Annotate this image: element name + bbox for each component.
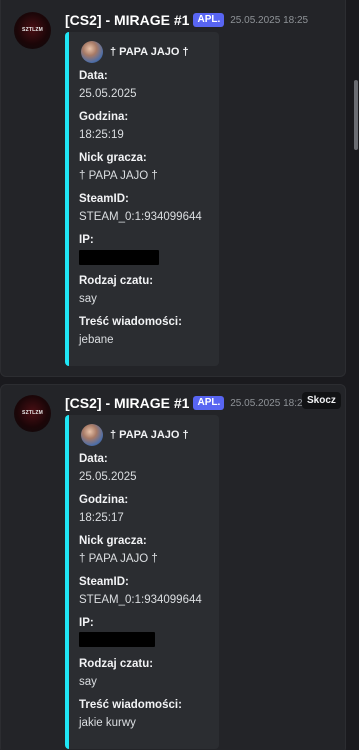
field-name: Data: [79,453,108,465]
avatar-logo-text: SZTLZM [22,27,43,33]
field-name: Treść wiadomości: [79,699,182,711]
chat-message[interactable]: SZTLZM [CS2] - MIRAGE #1 APL. 25.05.2025… [0,384,346,750]
field-steamid: SteamID: STEAM_0:1:934099644 [79,575,213,616]
embed-card: † PAPA JAJO † Data: 25.05.2025 Godzina: … [65,415,219,749]
player-avatar-icon [81,41,103,63]
field-name: Rodzaj czatu: [79,658,154,670]
app-badge: APL. [193,13,225,27]
field-value: † PAPA JAJO † [79,553,158,565]
field-date: Data: 25.05.2025 [79,452,213,493]
field-name: IP: [79,234,94,246]
embed-author: † PAPA JAJO † [81,424,189,446]
field-steamid: SteamID: STEAM_0:1:934099644 [79,192,213,233]
field-date: Data: 25.05.2025 [79,69,213,110]
field-ip: IP: [79,616,213,657]
scrollbar-thumb[interactable] [354,80,358,150]
redaction-bar [79,250,159,265]
chat-message[interactable]: SZTLZM [CS2] - MIRAGE #1 APL. 25.05.2025… [0,0,346,377]
avatar-logo-text: SZTLZM [22,410,43,416]
message-timestamp[interactable]: 25.05.2025 18:25 [230,15,308,26]
field-name: SteamID: [79,576,129,588]
field-name: SteamID: [79,193,129,205]
field-name: Treść wiadomości: [79,316,182,328]
field-value: STEAM_0:1:934099644 [79,594,202,606]
message-header: [CS2] - MIRAGE #1 APL. 25.05.2025 18:25 [65,394,308,412]
bot-avatar[interactable]: SZTLZM [14,395,51,432]
field-ip: IP: [79,233,213,274]
field-value: 18:25:17 [79,512,124,524]
embed-author-name: † PAPA JAJO † [110,46,189,58]
jump-button[interactable]: Skocz [302,392,341,409]
field-value: STEAM_0:1:934099644 [79,211,202,223]
field-value: say [79,676,97,688]
author-name[interactable]: [CS2] - MIRAGE #1 [65,12,189,28]
field-name: Data: [79,70,108,82]
message-timestamp[interactable]: 25.05.2025 18:25 [230,398,308,409]
field-value: say [79,293,97,305]
field-name: IP: [79,617,94,629]
field-value-redacted [79,632,213,648]
field-name: Nick gracza: [79,152,147,164]
embed-card: † PAPA JAJO † Data: 25.05.2025 Godzina: … [65,32,219,366]
field-name: Nick gracza: [79,535,147,547]
field-value: 25.05.2025 [79,471,137,483]
redaction-bar [79,632,155,647]
field-value: 18:25:19 [79,129,124,141]
field-value: † PAPA JAJO † [79,170,158,182]
field-value: jebane [79,334,114,346]
chat-view: SZTLZM [CS2] - MIRAGE #1 APL. 25.05.2025… [0,0,359,750]
field-nick: Nick gracza: † PAPA JAJO † [79,534,213,575]
field-time: Godzina: 18:25:19 [79,110,213,151]
field-value: jakie kurwy [79,717,136,729]
field-name: Godzina: [79,494,129,506]
field-name: Rodzaj czatu: [79,275,154,287]
embed-fields: Data: 25.05.2025 Godzina: 18:25:19 Nick … [79,69,213,356]
field-message: Treść wiadomości: jebane [79,315,213,356]
field-name: Godzina: [79,111,129,123]
app-badge: APL. [193,396,225,410]
embed-author-name: † PAPA JAJO † [110,429,189,441]
field-value-redacted [79,250,213,265]
bot-avatar[interactable]: SZTLZM [14,12,51,49]
author-name[interactable]: [CS2] - MIRAGE #1 [65,395,189,411]
field-time: Godzina: 18:25:17 [79,493,213,534]
field-nick: Nick gracza: † PAPA JAJO † [79,151,213,192]
player-avatar-icon [81,424,103,446]
embed-fields: Data: 25.05.2025 Godzina: 18:25:17 Nick … [79,452,213,739]
message-header: [CS2] - MIRAGE #1 APL. 25.05.2025 18:25 [65,11,308,29]
field-chat-type: Rodzaj czatu: say [79,274,213,315]
field-chat-type: Rodzaj czatu: say [79,657,213,698]
embed-author: † PAPA JAJO † [81,41,189,63]
field-value: 25.05.2025 [79,88,137,100]
field-message: Treść wiadomości: jakie kurwy [79,698,213,739]
